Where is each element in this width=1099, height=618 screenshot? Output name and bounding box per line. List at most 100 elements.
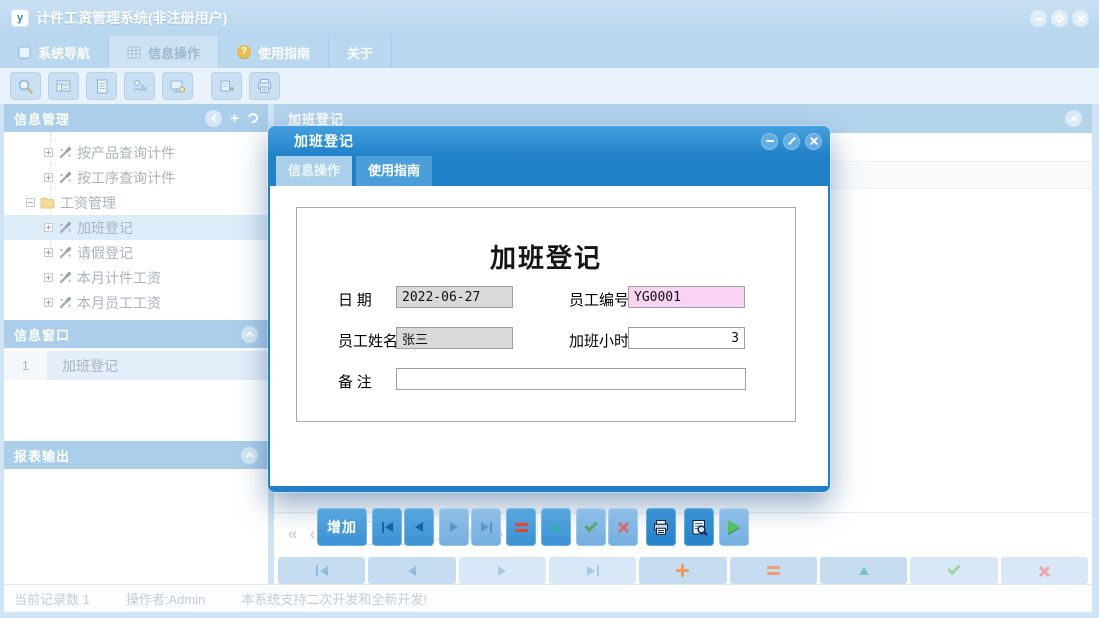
cancel-button[interactable] (608, 508, 638, 546)
folder-icon (40, 196, 55, 209)
overtime-hours-field[interactable] (628, 327, 745, 349)
print-button[interactable] (646, 508, 676, 546)
edit-record-button[interactable] (541, 508, 571, 546)
user-report-button[interactable] (124, 72, 155, 100)
prev-record-button[interactable] (404, 508, 434, 546)
print-button-toolbar[interactable] (249, 72, 280, 100)
expand-plus-icon[interactable] (44, 148, 53, 157)
window-item-label: 加班登记 (48, 351, 268, 380)
edit-icon (551, 523, 561, 531)
last-record-button[interactable] (471, 508, 501, 546)
employee-name-label: 员工姓名 (338, 330, 398, 351)
dialog-titlebar[interactable]: 加班登记 (268, 126, 830, 156)
refresh-tree-button[interactable] (246, 111, 260, 125)
expand-plus-icon[interactable] (44, 248, 53, 257)
table-view-button[interactable] (48, 72, 79, 100)
tree-item-month-employee-salary[interactable]: 本月员工工资 (4, 290, 268, 315)
first-record-button[interactable] (372, 508, 402, 546)
collapse-minus-icon[interactable] (26, 198, 35, 207)
dialog-tab-info-operation[interactable]: 信息操作 (276, 156, 352, 186)
collapse-panel-button[interactable] (241, 326, 258, 343)
page-first-button[interactable]: « (288, 525, 297, 542)
monitor-button[interactable] (162, 72, 193, 100)
prev-record-button[interactable] (368, 557, 455, 584)
tree-item-month-piecework-salary[interactable]: 本月计件工资 (4, 265, 268, 290)
tab-about[interactable]: 关于 (329, 36, 392, 68)
next-record-button[interactable] (439, 508, 469, 546)
window-titlebar[interactable]: y 计件工资管理系统(非注册用户) (0, 0, 1099, 36)
tree-item-query-by-product[interactable]: 按产品查询计件 (4, 140, 268, 165)
chevron-up-icon (245, 452, 253, 460)
date-field[interactable] (396, 286, 513, 308)
collapse-panel-button[interactable] (241, 447, 258, 464)
info-windows-list: 1 加班登记 (4, 348, 268, 441)
edit-record-button[interactable] (820, 557, 907, 584)
overtime-hours-label: 加班小时 (569, 330, 629, 351)
expand-plus-icon[interactable] (44, 273, 53, 282)
run-button[interactable] (719, 508, 749, 546)
confirm-icon (947, 562, 960, 575)
close-icon (1076, 14, 1086, 24)
confirm-button[interactable] (910, 557, 997, 584)
employee-id-label: 员工编号 (569, 289, 629, 310)
employee-id-field[interactable] (628, 286, 745, 308)
add-panel-button[interactable]: + (230, 111, 240, 126)
close-icon (809, 136, 819, 146)
search-button[interactable] (10, 72, 41, 100)
last-record-button[interactable] (549, 557, 636, 584)
minimize-icon (1035, 18, 1043, 20)
printer-icon (256, 78, 273, 94)
window-list-item[interactable]: 1 加班登记 (4, 351, 268, 380)
page-prev-button[interactable]: ‹ (309, 525, 315, 542)
tab-system-nav[interactable]: 系统导航 (0, 36, 109, 68)
search-icon (17, 78, 34, 95)
remark-field[interactable] (396, 368, 746, 390)
dialog-tab-user-guide[interactable]: 使用指南 (356, 156, 432, 186)
first-record-button[interactable] (278, 557, 365, 584)
expand-plus-icon[interactable] (44, 173, 53, 182)
expand-plus-icon[interactable] (44, 298, 53, 307)
tool-icon (58, 271, 72, 285)
tree-item-leave-register[interactable]: 请假登记 (4, 240, 268, 265)
expand-plus-icon[interactable] (44, 223, 53, 232)
collapse-content-button[interactable] (1065, 110, 1082, 127)
minimize-button[interactable] (1030, 10, 1047, 27)
edit-icon (859, 567, 869, 575)
remark-label: 备 注 (338, 371, 372, 392)
maximize-button[interactable] (1051, 10, 1068, 27)
prev-record-icon (415, 522, 423, 532)
chevron-up-icon (245, 331, 253, 339)
window-icon (18, 46, 31, 59)
bottom-action-bar (278, 557, 1088, 584)
export-button[interactable] (211, 72, 242, 100)
confirm-button[interactable] (576, 508, 606, 546)
add-record-button[interactable] (639, 557, 726, 584)
add-icon (676, 564, 689, 577)
dialog-restore-button[interactable] (783, 133, 800, 150)
dialog-tabbar: 信息操作 使用指南 (268, 156, 830, 186)
employee-name-field[interactable] (396, 327, 513, 349)
tool-icon (58, 296, 72, 310)
collapse-left-button[interactable] (205, 110, 222, 127)
confirm-icon (584, 518, 597, 531)
collapse-left-icon (211, 114, 219, 122)
grid-icon (127, 46, 141, 59)
tab-info-operation[interactable]: 信息操作 (109, 36, 219, 68)
sidebar: 信息管理 + 按产品查询计件 按工序查询计件 (4, 104, 268, 584)
dialog-close-button[interactable] (805, 133, 822, 150)
tree-item-salary-management[interactable]: 工资管理 (4, 190, 268, 215)
dialog-title: 加班登记 (294, 131, 761, 151)
tab-user-guide[interactable]: ? 使用指南 (219, 36, 329, 68)
tree-item-query-by-process[interactable]: 按工序查询计件 (4, 165, 268, 190)
next-record-button[interactable] (459, 557, 546, 584)
dialog-minimize-button[interactable] (761, 133, 778, 150)
delete-icon (515, 523, 528, 532)
cancel-button[interactable] (1001, 557, 1088, 584)
delete-record-button[interactable] (506, 508, 536, 546)
add-button[interactable]: 增加 (317, 508, 367, 546)
close-button[interactable] (1072, 10, 1089, 27)
delete-record-button[interactable] (730, 557, 817, 584)
tree-item-overtime-register[interactable]: 加班登记 (4, 215, 268, 240)
print-preview-button[interactable] (684, 508, 714, 546)
document-button[interactable] (86, 72, 117, 100)
